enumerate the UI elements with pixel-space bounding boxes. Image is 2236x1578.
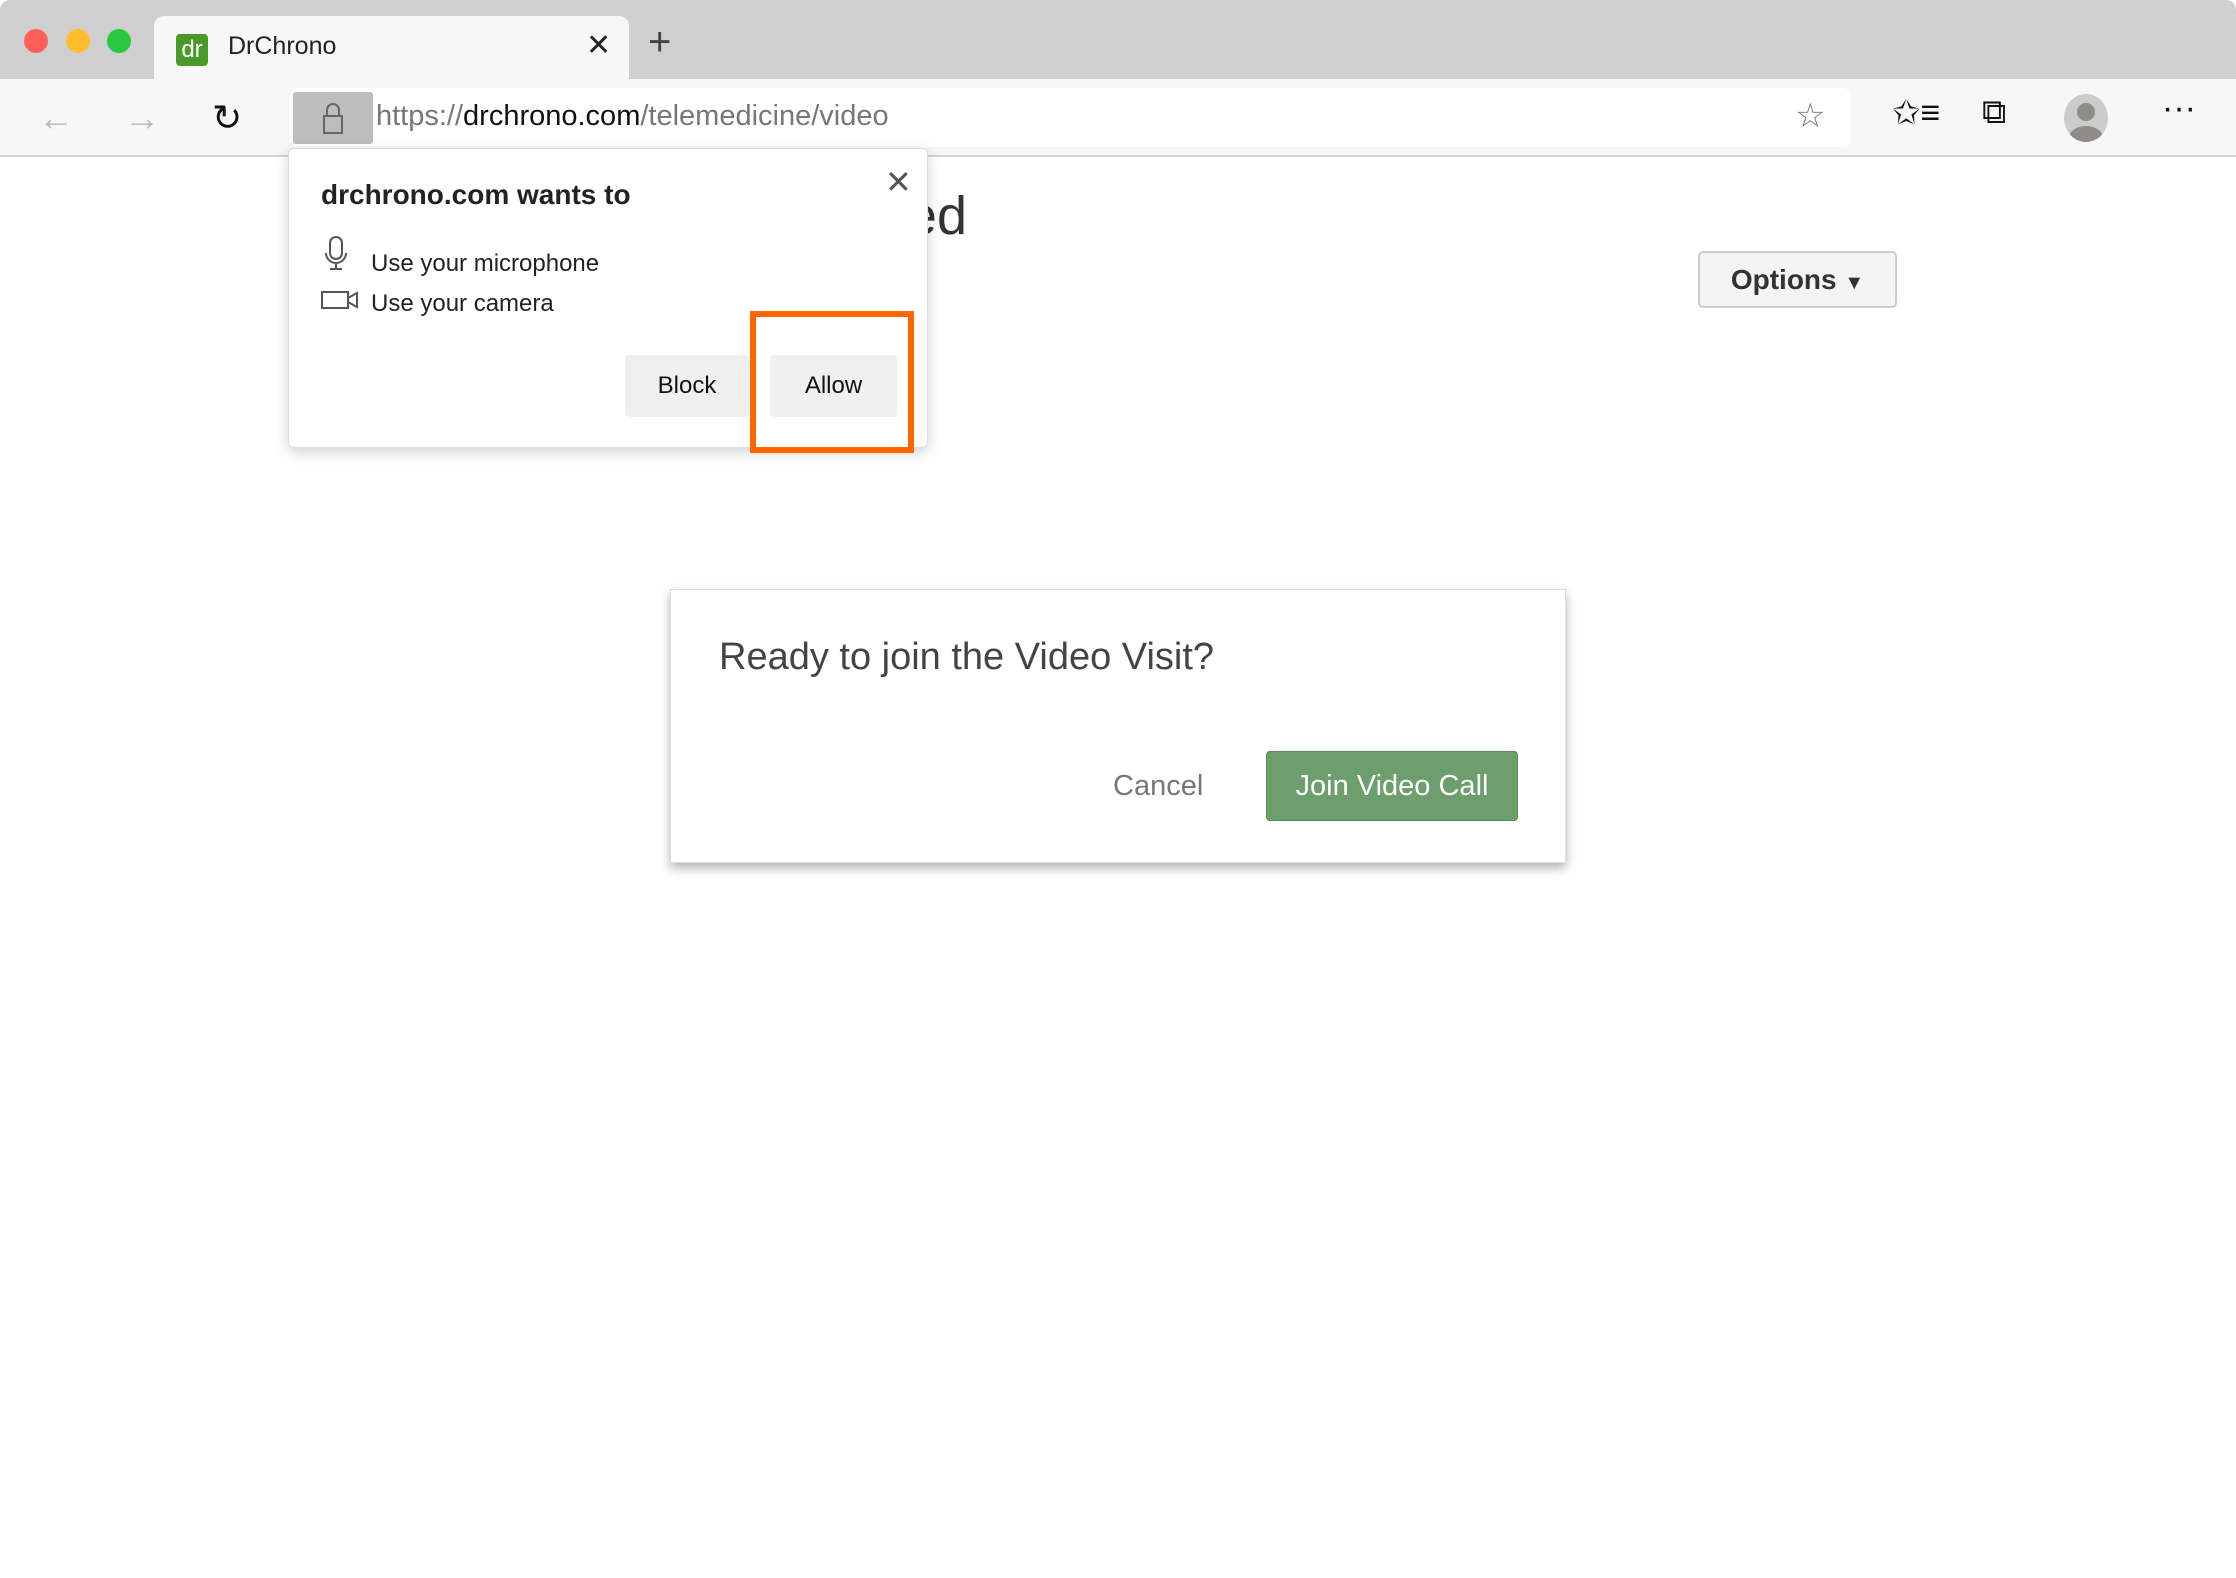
highlight-box — [750, 311, 914, 453]
favicon: dr — [176, 34, 208, 66]
minimize-window-button[interactable] — [66, 29, 90, 53]
dialog-title: Ready to join the Video Visit? — [719, 636, 1215, 678]
camera-label: Use your camera — [371, 290, 554, 317]
join-video-call-button[interactable]: Join Video Call — [1266, 751, 1518, 821]
options-button[interactable]: Options ▼ — [1698, 251, 1897, 308]
add-favorite-icon[interactable]: ☆ — [1795, 96, 1825, 136]
toolbar: ← → ↻ https://drchrono.com/telemedicine/… — [0, 79, 2236, 157]
permission-microphone: Use your microphone — [321, 235, 599, 278]
tab-title: DrChrono — [228, 32, 337, 60]
refresh-icon[interactable]: ↻ — [212, 97, 242, 139]
url-host: drchrono.com — [463, 100, 641, 132]
permission-camera: Use your camera — [321, 289, 554, 318]
join-dialog: Ready to join the Video Visit? Cancel Jo… — [670, 589, 1566, 863]
profile-icon[interactable] — [2064, 94, 2108, 142]
favorites-icon[interactable]: ✩≡ — [1892, 93, 1940, 133]
tab-bar: dr DrChrono ✕ + — [0, 0, 2236, 80]
forward-icon[interactable]: → — [124, 97, 160, 139]
collections-icon[interactable]: ⧉ — [1982, 93, 2006, 132]
block-button[interactable]: Block — [625, 355, 749, 417]
url-path: /telemedicine/video — [640, 100, 889, 132]
options-label: Options — [1730, 264, 1837, 295]
maximize-window-button[interactable] — [107, 29, 131, 53]
microphone-label: Use your microphone — [371, 250, 600, 277]
popup-title: drchrono.com wants to — [321, 179, 631, 210]
close-window-button[interactable] — [24, 29, 48, 53]
url-text[interactable]: https://drchrono.com/telemedicine/video — [376, 100, 889, 133]
close-icon[interactable]: ✕ — [885, 163, 912, 201]
caret-down-icon: ▼ — [1844, 272, 1865, 294]
url-scheme: https:// — [376, 100, 464, 132]
cancel-button[interactable]: Cancel — [1113, 770, 1203, 803]
camera-icon — [321, 289, 371, 318]
microphone-icon — [321, 235, 371, 278]
lock-icon[interactable] — [293, 92, 373, 144]
tab-drchrono[interactable]: dr DrChrono ✕ — [154, 16, 629, 80]
more-icon[interactable]: ··· — [2162, 89, 2196, 128]
close-icon[interactable]: ✕ — [586, 28, 611, 63]
address-bar[interactable]: https://drchrono.com/telemedicine/video … — [290, 88, 1851, 147]
plus-icon[interactable]: + — [648, 20, 671, 65]
back-icon[interactable]: ← — [38, 97, 74, 139]
